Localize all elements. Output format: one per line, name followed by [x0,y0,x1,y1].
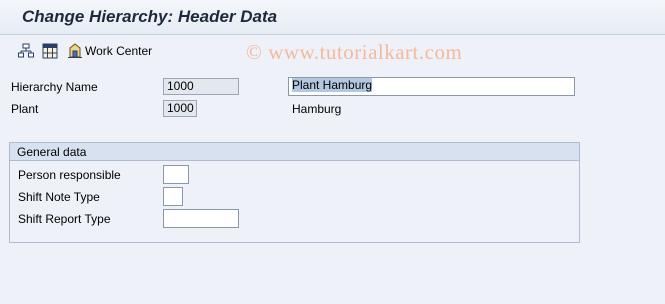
work-center-icon[interactable] [67,43,83,59]
person-responsible-field[interactable] [163,165,189,184]
hierarchy-name-field[interactable]: 1000 [163,78,239,95]
work-center-button[interactable]: Work Center [85,44,152,58]
hierarchy-name-label: Hierarchy Name [11,80,98,94]
shift-note-type-label: Shift Note Type [18,190,100,204]
person-responsible-label: Person responsible [18,168,121,182]
title-bar: Change Hierarchy: Header Data [0,0,665,35]
plant-label: Plant [11,102,39,116]
plant-field[interactable]: 1000 [163,100,197,117]
general-data-title: General data [17,145,87,159]
plant-description: Hamburg [292,102,342,116]
watermark-text: © www.tutorialkart.com [246,40,463,64]
page-title: Change Hierarchy: Header Data [22,7,278,26]
hierarchy-description-field[interactable]: Plant Hamburg [288,77,575,96]
grid-icon[interactable] [42,43,58,59]
shift-report-type-field[interactable] [163,209,239,228]
shift-note-type-field[interactable] [163,187,183,206]
shift-report-type-label: Shift Report Type [18,212,111,226]
hierarchy-icon[interactable] [18,43,34,59]
general-data-header: General data [10,143,579,161]
hierarchy-description-text: Plant Hamburg [292,78,373,92]
